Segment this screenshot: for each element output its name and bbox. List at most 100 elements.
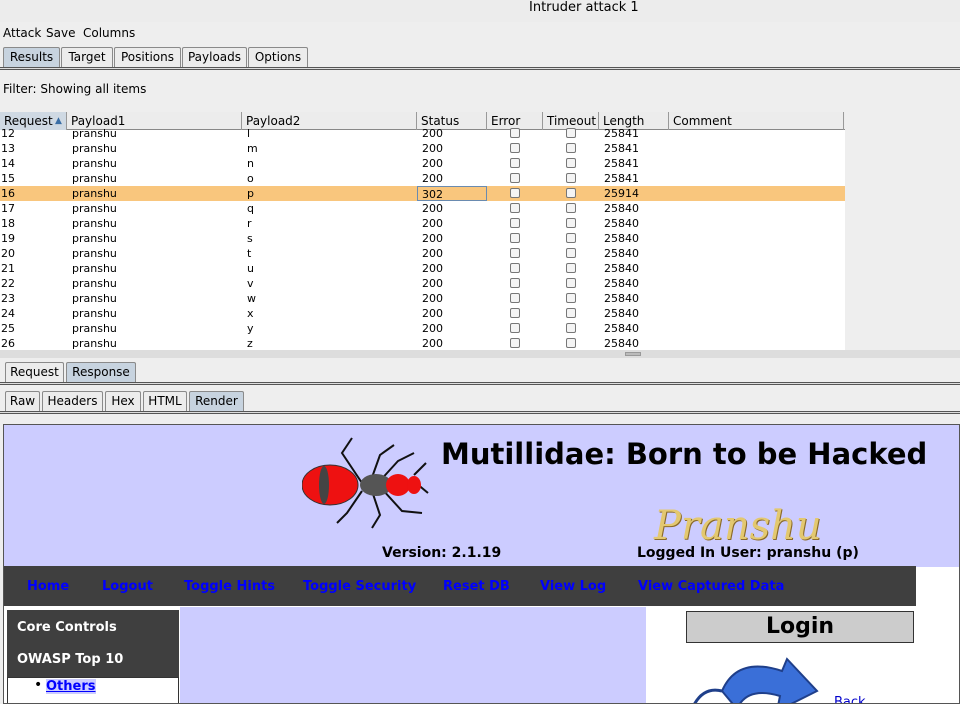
error-checkbox — [510, 248, 520, 258]
nav-home[interactable]: Home — [27, 579, 69, 594]
tab-response[interactable]: Response — [66, 362, 136, 382]
cell-payload2: x — [247, 307, 254, 320]
cell-length: 25840 — [604, 202, 639, 215]
back-arrow-icon[interactable] — [692, 651, 822, 704]
table-row[interactable]: 18 pranshu r 200 25840 — [0, 216, 845, 231]
error-checkbox — [510, 293, 520, 303]
nav-view-captured-data[interactable]: View Captured Data — [638, 579, 784, 594]
cell-payload2: z — [247, 337, 253, 350]
tab-html[interactable]: HTML — [143, 391, 187, 411]
cell-length: 25840 — [604, 292, 639, 305]
nav-reset-db[interactable]: Reset DB — [443, 579, 510, 594]
cell-payload2: o — [247, 172, 254, 185]
table-row[interactable]: 19 pranshu s 200 25840 — [0, 231, 845, 246]
cell-payload2: w — [247, 292, 256, 305]
filter-bar[interactable]: Filter: Showing all items — [0, 80, 960, 100]
timeout-checkbox — [566, 173, 576, 183]
error-checkbox — [510, 173, 520, 183]
timeout-checkbox — [566, 128, 576, 138]
render-panel: Mutillidae: Born to be Hacked Pranshu Ve… — [3, 424, 960, 704]
side-owasp-top-10[interactable]: OWASP Top 10 — [17, 652, 123, 667]
table-row[interactable]: 26 pranshu z 200 25840 — [0, 336, 845, 350]
table-row[interactable]: 14 pranshu n 200 25841 — [0, 156, 845, 171]
table-row[interactable]: 16 pranshu p 302 25914 — [0, 186, 845, 201]
table-row[interactable]: 17 pranshu q 200 25840 — [0, 201, 845, 216]
cell-request: 20 — [1, 247, 15, 260]
menu-attack[interactable]: Attack — [3, 26, 41, 40]
table-row[interactable]: 13 pranshu m 200 25841 — [0, 141, 845, 156]
error-checkbox — [510, 263, 520, 273]
tab-target[interactable]: Target — [61, 47, 113, 67]
cell-length: 25841 — [604, 157, 639, 170]
cell-length: 25840 — [604, 217, 639, 230]
tab-results[interactable]: Results — [3, 47, 60, 67]
cell-payload1: pranshu — [72, 142, 117, 155]
table-row[interactable]: 12 pranshu l 200 25841 — [0, 126, 845, 141]
tab-options[interactable]: Options — [248, 47, 308, 67]
table-row[interactable]: 23 pranshu w 200 25840 — [0, 291, 845, 306]
nav-logout[interactable]: Logout — [102, 579, 153, 594]
cell-payload1: pranshu — [72, 277, 117, 290]
cell-payload1: pranshu — [72, 247, 117, 260]
tab-payloads[interactable]: Payloads — [182, 47, 247, 67]
cell-request: 17 — [1, 202, 15, 215]
tab-positions[interactable]: Positions — [114, 47, 181, 67]
mutillidae-nav: Home Logout Toggle Hints Toggle Security… — [4, 566, 916, 606]
view-tabs: Raw Headers Hex HTML Render — [0, 391, 960, 413]
error-checkbox — [510, 128, 520, 138]
table-row[interactable]: 20 pranshu t 200 25840 — [0, 246, 845, 261]
bullet-icon: • — [34, 677, 43, 693]
tab-raw[interactable]: Raw — [5, 391, 40, 411]
error-checkbox — [510, 278, 520, 288]
message-tab-divider — [0, 382, 960, 385]
cell-request: 14 — [1, 157, 15, 170]
side-core-controls[interactable]: Core Controls — [17, 620, 117, 635]
nav-view-log[interactable]: View Log — [540, 579, 606, 594]
timeout-checkbox — [566, 278, 576, 288]
table-scrollbar[interactable] — [0, 350, 960, 358]
cell-status: 200 — [422, 277, 443, 290]
error-checkbox — [510, 143, 520, 153]
cell-payload2: r — [247, 217, 252, 230]
cell-request: 12 — [1, 127, 15, 140]
nav-toggle-hints[interactable]: Toggle Hints — [184, 579, 275, 594]
menu-columns[interactable]: Columns — [83, 26, 135, 40]
content-area — [180, 607, 646, 703]
table-row[interactable]: 15 pranshu o 200 25841 — [0, 171, 845, 186]
ant-logo-icon — [302, 437, 429, 529]
nav-toggle-security[interactable]: Toggle Security — [303, 579, 416, 594]
table-row[interactable]: 22 pranshu v 200 25840 — [0, 276, 845, 291]
cell-length: 25914 — [604, 187, 639, 200]
back-link[interactable]: Back — [834, 695, 866, 703]
side-link-others[interactable]: Others — [46, 679, 96, 694]
cell-request: 25 — [1, 322, 15, 335]
tab-request[interactable]: Request — [5, 362, 64, 382]
cell-payload2: u — [247, 262, 254, 275]
side-submenu: • Others — [7, 677, 179, 703]
pranshu-signature: Pranshu — [654, 503, 822, 549]
cell-payload1: pranshu — [72, 127, 117, 140]
cell-request: 24 — [1, 307, 15, 320]
table-row[interactable]: 21 pranshu u 200 25840 — [0, 261, 845, 276]
filter-text[interactable]: Filter: Showing all items — [3, 82, 146, 96]
tab-render[interactable]: Render — [189, 391, 244, 411]
cell-request: 19 — [1, 232, 15, 245]
cell-payload1: pranshu — [72, 292, 117, 305]
table-row[interactable]: 25 pranshu y 200 25840 — [0, 321, 845, 336]
error-checkbox — [510, 203, 520, 213]
cell-length: 25841 — [604, 142, 639, 155]
cell-status: 200 — [422, 172, 443, 185]
cell-payload1: pranshu — [72, 262, 117, 275]
table-row[interactable]: 24 pranshu x 200 25840 — [0, 306, 845, 321]
cell-payload2: v — [247, 277, 254, 290]
cell-length: 25841 — [604, 127, 639, 140]
tab-hex[interactable]: Hex — [105, 391, 141, 411]
tab-headers[interactable]: Headers — [42, 391, 103, 411]
timeout-checkbox — [566, 308, 576, 318]
results-table: Request ▲ Payload1 Payload2 Status Error… — [0, 112, 845, 350]
cell-payload2: q — [247, 202, 254, 215]
scrollbar-thumb[interactable] — [625, 352, 641, 356]
timeout-checkbox — [566, 293, 576, 303]
cell-status: 200 — [422, 127, 443, 140]
menu-save[interactable]: Save — [46, 26, 75, 40]
